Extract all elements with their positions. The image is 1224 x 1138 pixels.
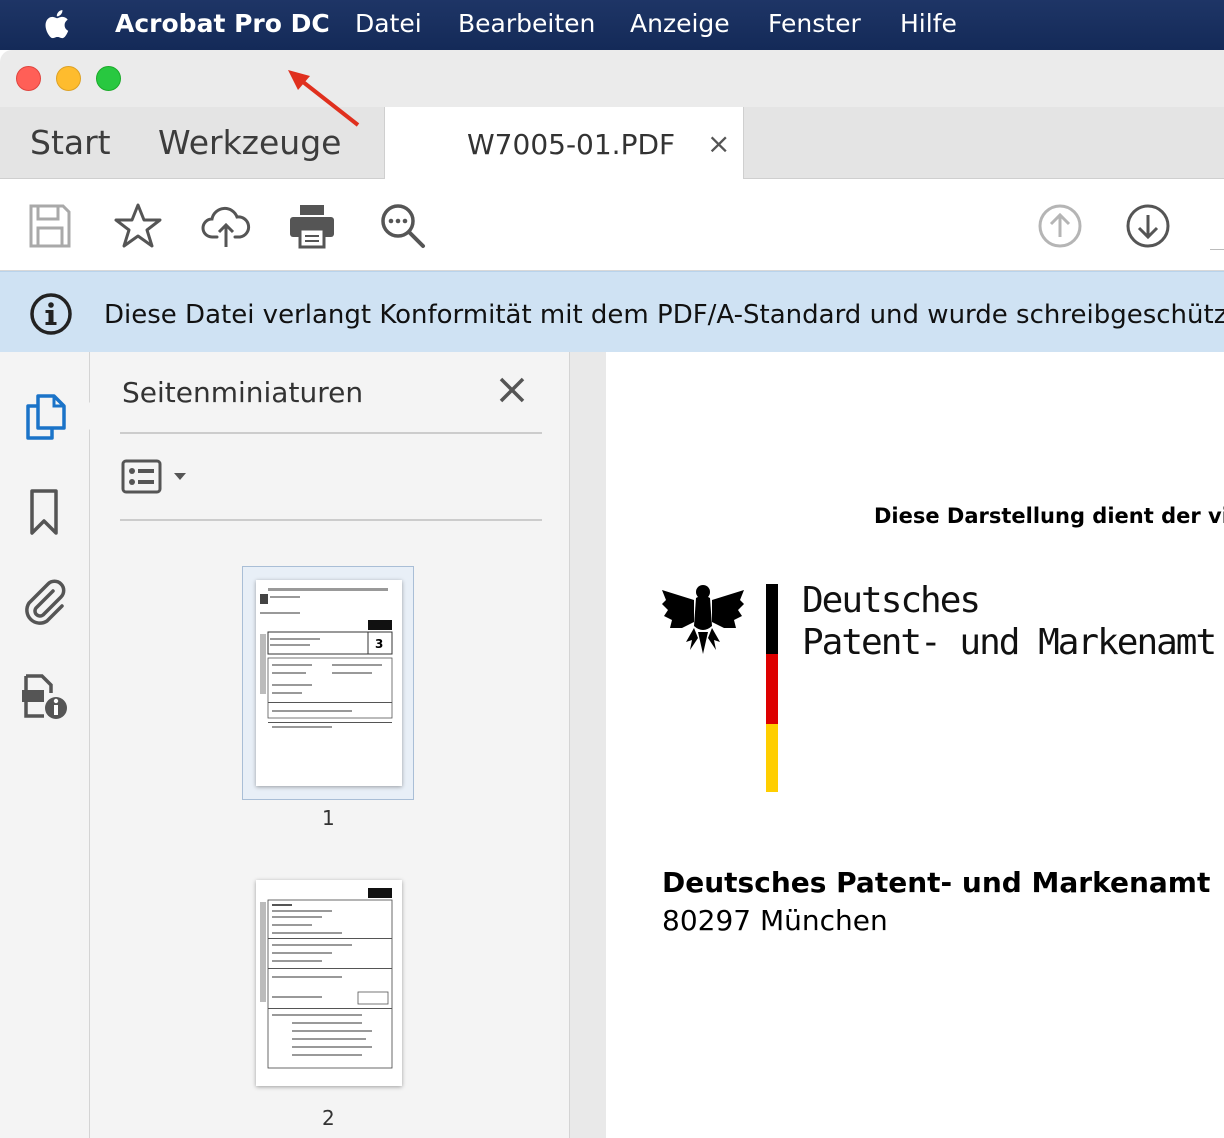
federal-eagle-icon: [662, 585, 744, 654]
pdfa-info-banner: Diese Datei verlangt Konformität mit dem…: [0, 271, 1224, 352]
svg-text:3: 3: [375, 637, 383, 651]
document-page[interactable]: Diese Darstellung dient der visu Deutsch…: [606, 352, 1224, 1138]
selection-caret: [76, 402, 90, 430]
toolbar: [0, 179, 1224, 271]
menu-fenster[interactable]: Fenster: [768, 9, 861, 38]
thumbnail-page-label-1: 1: [322, 806, 335, 830]
address-city: 80297 München: [662, 904, 888, 937]
attachment-icon[interactable]: [20, 577, 70, 627]
page-thumbnails-icon[interactable]: [20, 392, 70, 442]
tab-document-title: W7005-01.PDF: [467, 128, 676, 161]
banner-message: Diese Datei verlangt Konformität mit dem…: [104, 300, 1224, 330]
panel-title: Seitenminiaturen: [122, 376, 364, 409]
tab-start[interactable]: Start: [30, 123, 111, 162]
save-icon[interactable]: [25, 201, 75, 251]
tab-bar: Start Werkzeuge W7005-01.PDF ×: [0, 107, 1224, 179]
page-thumbnail-1[interactable]: 3: [256, 580, 402, 786]
document-notice-line: Diese Darstellung dient der visu: [874, 504, 1224, 528]
logo-line-1: Deutsches: [802, 580, 981, 621]
thumbnails-panel: Seitenminiaturen 3 1 2: [90, 352, 570, 1138]
menu-anzeige[interactable]: Anzeige: [630, 9, 730, 38]
logo-line-2: Patent- und Markenamt: [802, 622, 1217, 663]
menu-bearbeiten[interactable]: Bearbeiten: [458, 9, 595, 38]
search-icon[interactable]: [378, 201, 428, 251]
cloud-upload-icon[interactable]: [201, 201, 251, 251]
zoom-window-button[interactable]: [96, 66, 121, 91]
thumbnail-page-label-2: 2: [322, 1106, 335, 1130]
menu-app-name[interactable]: Acrobat Pro DC: [115, 9, 330, 38]
star-icon[interactable]: [113, 201, 163, 251]
window-titlebar[interactable]: [0, 50, 1224, 107]
toolbar-separator: [1210, 249, 1224, 250]
panel-divider: [120, 432, 542, 434]
menu-hilfe[interactable]: Hilfe: [900, 9, 957, 38]
close-panel-icon[interactable]: [498, 376, 526, 404]
close-tab-icon[interactable]: ×: [707, 127, 730, 160]
document-gutter: [570, 352, 606, 1138]
print-icon[interactable]: [287, 201, 337, 251]
annotation-arrow-icon: [288, 70, 360, 127]
apple-menu-icon[interactable]: [42, 8, 72, 40]
navigation-rail: [0, 352, 90, 1138]
panel-divider: [120, 519, 542, 521]
menu-datei[interactable]: Datei: [355, 9, 422, 38]
tab-document[interactable]: W7005-01.PDF ×: [384, 107, 744, 179]
flag-bar-red: [766, 654, 778, 724]
page-thumbnail-preview: 3: [260, 588, 393, 728]
page-down-icon[interactable]: [1123, 201, 1173, 251]
bookmark-icon[interactable]: [20, 487, 70, 537]
info-icon: [30, 293, 72, 335]
close-window-button[interactable]: [16, 66, 41, 91]
thumbnail-options-icon[interactable]: [120, 458, 192, 498]
flag-bar-black: [766, 584, 778, 654]
minimize-window-button[interactable]: [56, 66, 81, 91]
page-thumbnail-2[interactable]: [256, 880, 402, 1086]
address-name: Deutsches Patent- und Markenamt: [662, 866, 1211, 899]
flag-bar-gold: [766, 724, 778, 792]
page-up-icon[interactable]: [1035, 201, 1085, 251]
page-thumbnail-preview: [260, 888, 393, 1069]
document-properties-icon[interactable]: [20, 672, 70, 722]
macos-menubar: Acrobat Pro DC Datei Bearbeiten Anzeige …: [0, 0, 1224, 50]
